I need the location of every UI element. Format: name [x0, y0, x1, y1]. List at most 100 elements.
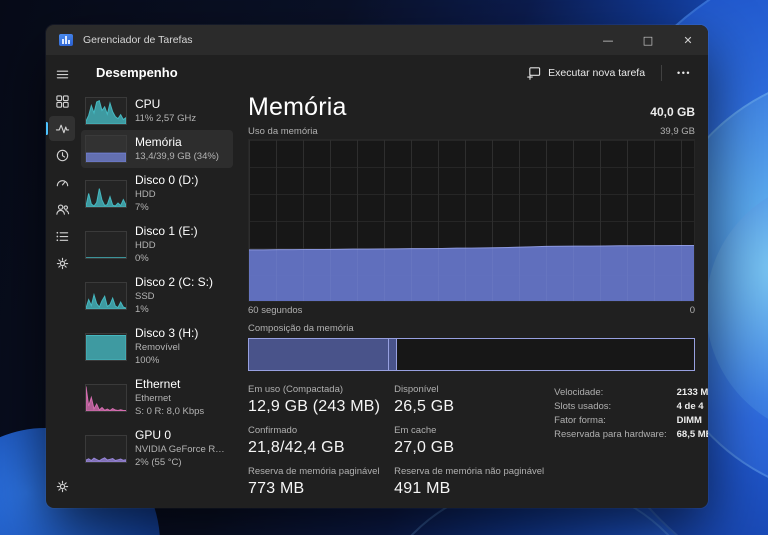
cpu-mini-graph	[86, 98, 126, 124]
sidebar-item-memory[interactable]: Memória 13,4/39,9 GB (34%)	[81, 130, 233, 168]
stat-cached: Em cache 27,0 GB	[394, 425, 544, 457]
ethernet-mini-graph	[86, 385, 126, 411]
task-manager-icon	[59, 34, 73, 46]
stat-label: Em uso (Compactada)	[248, 384, 380, 395]
sidebar-item-subtitle: SSD	[135, 290, 213, 303]
sidebar-item-subtitle: 2% (55 °C)	[135, 456, 228, 469]
maximize-button[interactable]: □	[628, 25, 668, 55]
memory-title: Memória	[248, 92, 347, 122]
sidebar-item-title: Disco 2 (C: S:)	[135, 275, 213, 290]
stat-available: Disponível 26,5 GB	[394, 384, 544, 416]
sidebar-item-disk1[interactable]: Disco 1 (E:) HDD 0%	[81, 219, 233, 270]
nav-performance[interactable]	[49, 116, 75, 141]
sidebar-item-subtitle: 1%	[135, 303, 213, 316]
stat-non-paged-pool: Reserva de memória não paginável 491 MB	[394, 466, 544, 498]
nav-users[interactable]	[49, 197, 75, 222]
stat-label: Em cache	[394, 425, 544, 436]
stat-value: 12,9 GB (243 MB)	[248, 398, 380, 416]
sidebar-item-title: CPU	[135, 97, 196, 112]
disk1-mini-graph	[86, 232, 126, 258]
nav-app-history[interactable]	[49, 143, 75, 168]
memory-total: 40,0 GB	[650, 105, 695, 122]
menu-button[interactable]	[49, 62, 75, 87]
disk0-mini-graph	[86, 181, 126, 207]
stat-paged-pool: Reserva de memória paginável 773 MB	[248, 466, 380, 498]
close-icon: ✕	[683, 34, 692, 47]
sidebar-item-subtitle: 11% 2,57 GHz	[135, 112, 196, 125]
nav-details[interactable]	[49, 224, 75, 249]
x-axis-right-label: 0	[690, 305, 695, 316]
more-options-button[interactable]: •••	[668, 63, 700, 83]
sidebar-item-subtitle: NVIDIA GeForce RTX ...	[135, 443, 228, 456]
stat-in-use: Em uso (Compactada) 12,9 GB (243 MB)	[248, 384, 380, 416]
memory-panel: Memória 40,0 GB Uso da memória 39,9 GB 6…	[236, 90, 708, 508]
nav-startup-apps[interactable]	[49, 170, 75, 195]
startup-apps-icon	[55, 175, 70, 190]
stat-value: 21,8/42,4 GB	[248, 439, 380, 457]
close-button[interactable]: ✕	[668, 25, 708, 55]
stat-label: Confirmado	[248, 425, 380, 436]
detail-value: DIMM	[677, 415, 708, 426]
sidebar-item-title: GPU 0	[135, 428, 228, 443]
minimize-button[interactable]: —	[588, 25, 628, 55]
stat-label: Disponível	[394, 384, 544, 395]
detail-label: Reservada para hardware:	[554, 429, 666, 440]
nav-processes[interactable]	[49, 89, 75, 114]
detail-value: 4 de 4	[677, 401, 708, 412]
sidebar-item-subtitle: 0%	[135, 252, 198, 265]
maximize-icon: □	[643, 34, 653, 47]
ellipsis-icon: •••	[677, 68, 691, 78]
sidebar-item-title: Disco 1 (E:)	[135, 224, 198, 239]
titlebar[interactable]: Gerenciador de Tarefas — □ ✕	[46, 25, 708, 55]
usage-chart-label: Uso da memória	[248, 126, 318, 137]
detail-value: 2133 MHz	[677, 387, 708, 398]
memory-composition-bar[interactable]	[248, 338, 695, 371]
sidebar-item-subtitle: 100%	[135, 354, 198, 367]
desktop-wallpaper: Gerenciador de Tarefas — □ ✕	[0, 0, 768, 535]
navigation-rail	[46, 55, 78, 508]
sidebar-item-subtitle: 7%	[135, 201, 198, 214]
stat-value: 773 MB	[248, 480, 380, 498]
detail-label: Slots usados:	[554, 401, 666, 412]
sidebar-item-gpu0[interactable]: GPU 0 NVIDIA GeForce RTX ... 2% (55 °C)	[81, 423, 233, 474]
x-axis-left-label: 60 segundos	[248, 305, 302, 316]
detail-label: Fator forma:	[554, 415, 666, 426]
page-title: Desempenho	[96, 65, 178, 80]
app-history-icon	[55, 148, 70, 163]
stat-label: Reserva de memória não paginável	[394, 466, 544, 477]
disk3-mini-graph	[86, 334, 126, 360]
sidebar-item-subtitle: Removível	[135, 341, 198, 354]
processes-icon	[55, 94, 70, 109]
settings-gear-icon	[55, 479, 70, 494]
sidebar-item-subtitle: HDD	[135, 188, 198, 201]
stat-value: 26,5 GB	[394, 398, 544, 416]
header-divider	[661, 65, 662, 81]
settings-button[interactable]	[49, 474, 75, 499]
run-new-task-button[interactable]: Executar nova tarefa	[517, 61, 655, 85]
sidebar-item-disk2[interactable]: Disco 2 (C: S:) SSD 1%	[81, 270, 233, 321]
sidebar-item-title: Disco 0 (D:)	[135, 173, 198, 188]
sidebar-item-cpu[interactable]: CPU 11% 2,57 GHz	[81, 92, 233, 130]
sidebar-item-ethernet[interactable]: Ethernet Ethernet S: 0 R: 8,0 Kbps	[81, 372, 233, 423]
memory-mini-graph	[86, 136, 126, 162]
minimize-icon: —	[603, 34, 614, 47]
stat-committed: Confirmado 21,8/42,4 GB	[248, 425, 380, 457]
window-controls: — □ ✕	[588, 25, 708, 55]
composition-label: Composição da memória	[248, 323, 695, 334]
hamburger-icon	[55, 67, 70, 82]
window-plus-icon	[527, 66, 541, 80]
memory-usage-area	[249, 140, 694, 301]
details-icon	[55, 229, 70, 244]
page-header: Desempenho Executar nova tarefa •••	[78, 55, 708, 90]
performance-sidebar: CPU 11% 2,57 GHz Memória 13,4/39,9 GB (3…	[78, 90, 236, 508]
sidebar-item-subtitle: S: 0 R: 8,0 Kbps	[135, 405, 204, 418]
disk2-mini-graph	[86, 283, 126, 309]
nav-services[interactable]	[49, 251, 75, 276]
users-icon	[55, 202, 70, 217]
memory-usage-chart[interactable]	[248, 139, 695, 302]
sidebar-item-disk0[interactable]: Disco 0 (D:) HDD 7%	[81, 168, 233, 219]
detail-label: Velocidade:	[554, 387, 666, 398]
performance-icon	[55, 121, 70, 136]
sidebar-item-disk3[interactable]: Disco 3 (H:) Removível 100%	[81, 321, 233, 372]
stat-label: Reserva de memória paginável	[248, 466, 380, 477]
